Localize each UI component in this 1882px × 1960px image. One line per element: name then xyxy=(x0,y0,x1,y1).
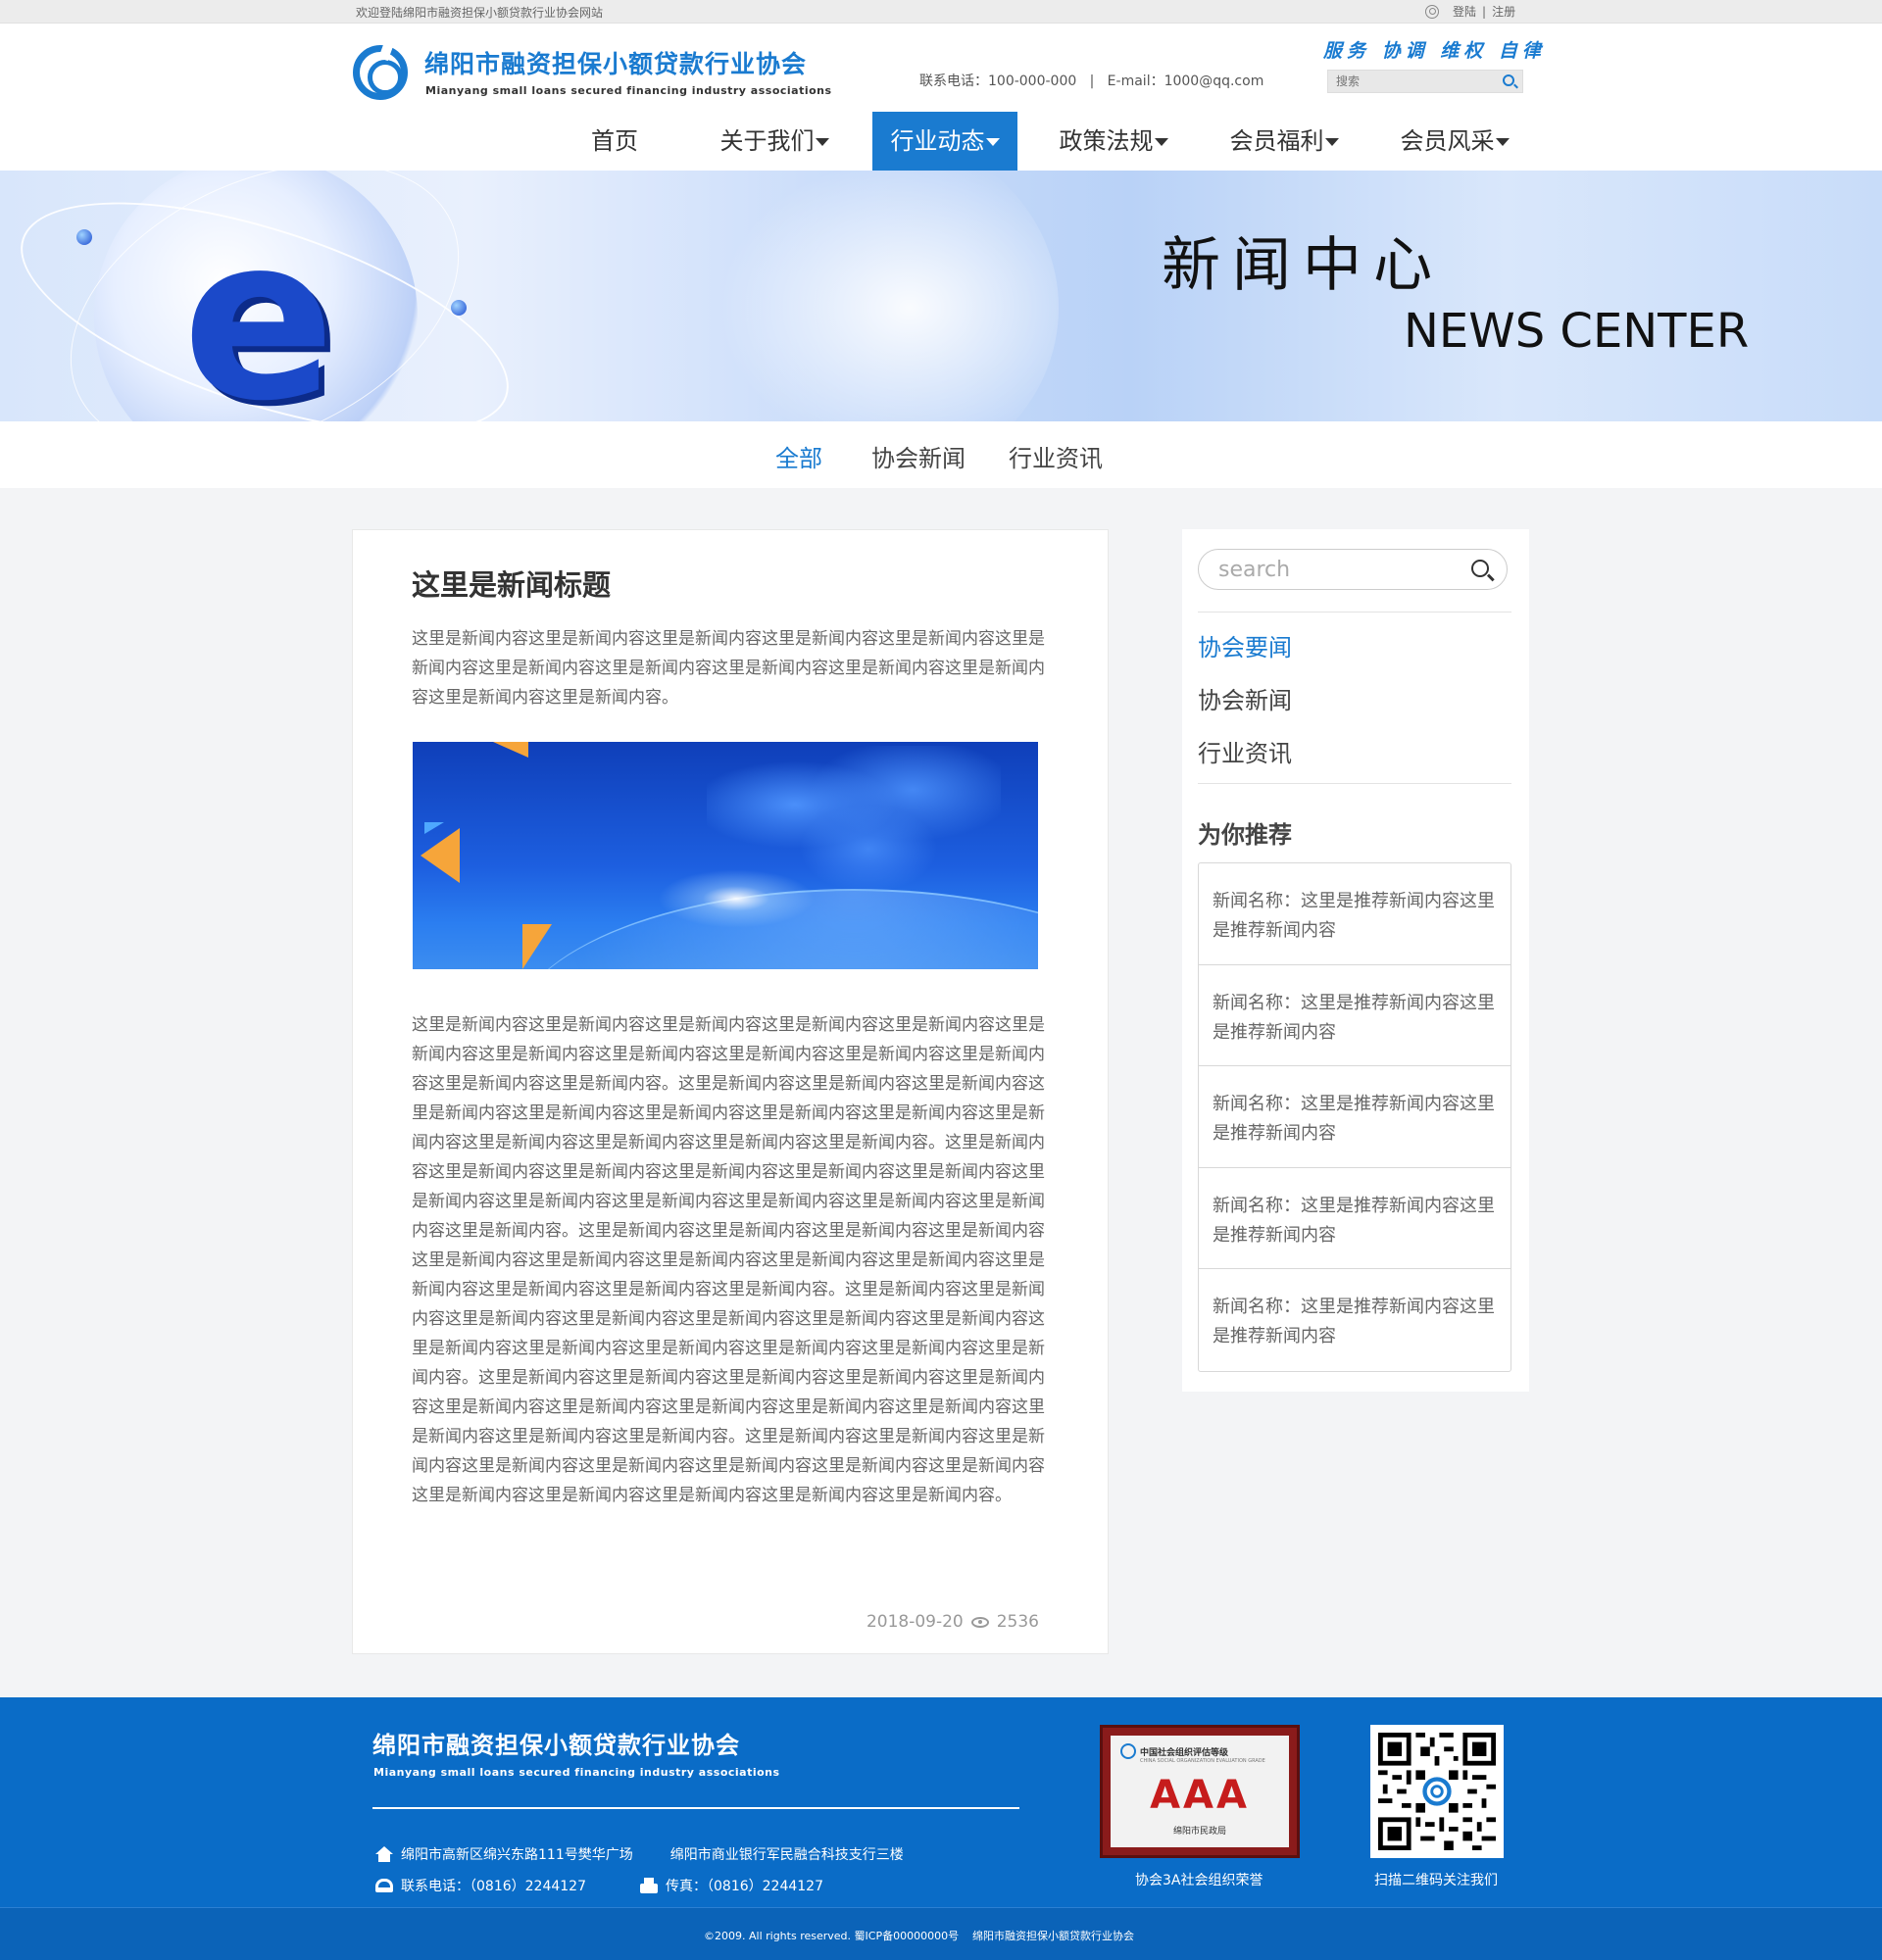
chevron-down-icon xyxy=(1495,138,1510,146)
sidebar-search xyxy=(1198,549,1508,590)
qr-caption: 扫描二维码关注我们 xyxy=(1374,1873,1498,1888)
address-line-1: 绵阳市高新区绵兴东路111号樊华广场 xyxy=(401,1847,633,1863)
list-item[interactable]: 新闻名称：这里是推荐新闻内容这里是推荐新闻内容 xyxy=(1199,863,1511,965)
sidebar-item-association-headlines[interactable]: 协会要闻 xyxy=(1198,628,1292,662)
search-icon[interactable] xyxy=(1503,74,1514,86)
search-icon[interactable] xyxy=(1471,560,1489,577)
article-paragraph: 这里是新闻内容这里是新闻内容这里是新闻内容这里是新闻内容这里是新闻内容这里是新闻… xyxy=(412,629,1045,708)
banner-title: 新闻中心 xyxy=(1162,231,1444,300)
copyright-bar: ©2009. All rights reserved. 蜀ICP备0000000… xyxy=(0,1907,1882,1960)
top-bar: 欢迎登陆绵阳市融资担保小额贷款行业协会网站 登陆 | 注册 xyxy=(0,0,1882,24)
publish-date: 2018-09-20 xyxy=(866,1612,964,1632)
decor-triangle xyxy=(522,924,552,969)
login-link[interactable]: 登陆 xyxy=(1453,3,1476,20)
sidebar-item-industry-info[interactable]: 行业资讯 xyxy=(1198,734,1292,768)
home-icon xyxy=(375,1846,393,1862)
copyright-org: 绵阳市融资担保小额贷款行业协会 xyxy=(972,1930,1134,1942)
chevron-down-icon xyxy=(1324,138,1339,146)
list-item[interactable]: 新闻名称：这里是推荐新闻内容这里是推荐新闻内容 xyxy=(1199,965,1511,1066)
list-item[interactable]: 新闻名称：这里是推荐新闻内容这里是推荐新闻内容 xyxy=(1199,1168,1511,1269)
banner-decoration xyxy=(686,171,1059,421)
phone-icon xyxy=(375,1879,393,1892)
tab-all[interactable]: 全部 xyxy=(775,439,822,473)
welcome-text: 欢迎登陆绵阳市融资担保小额贷款行业协会网站 xyxy=(356,6,604,20)
article-meta: 2018-09-20 2536 xyxy=(867,1612,1039,1632)
article-image xyxy=(413,742,1038,969)
tab-industry-info[interactable]: 行业资讯 xyxy=(1009,439,1103,473)
site-footer: 绵阳市融资担保小额贷款行业协会 Mianyang small loans sec… xyxy=(0,1697,1882,1907)
header-search xyxy=(1327,70,1523,93)
article-title: 这里是新闻标题 xyxy=(412,568,612,602)
certificate-title: 中国社会组织评估等级 xyxy=(1140,1748,1229,1758)
footer-fax: 传真：（0816）2244127 xyxy=(640,1876,823,1895)
nav-industry-news[interactable]: 行业动态 xyxy=(872,112,1017,171)
address-line-2: 绵阳市商业银行军民融合科技支行三楼 xyxy=(669,1847,904,1863)
sidebar-search-input[interactable] xyxy=(1218,558,1454,581)
footer-org-name-en: Mianyang small loans secured financing i… xyxy=(373,1766,780,1779)
banner-subtitle: NEWS CENTER xyxy=(1404,304,1750,359)
view-count: 2536 xyxy=(996,1612,1039,1632)
aaa-certificate: 中国社会组织评估等级 CHINA SOCIAL ORGANIZATION EVA… xyxy=(1100,1725,1300,1858)
qr-code-image xyxy=(1378,1733,1496,1850)
footer-divider xyxy=(372,1807,1019,1809)
chevron-down-icon xyxy=(985,138,1000,146)
banner-dot xyxy=(451,300,467,316)
certificate-caption: 协会3A社会组织荣誉 xyxy=(1135,1873,1263,1888)
chevron-down-icon xyxy=(1154,138,1168,146)
certificate-subtitle: CHINA SOCIAL ORGANIZATION EVALUATION GRA… xyxy=(1140,1758,1265,1764)
list-item[interactable]: 新闻名称：这里是推荐新闻内容这里是推荐新闻内容 xyxy=(1199,1066,1511,1168)
banner-dot xyxy=(76,229,92,245)
separator: | xyxy=(1482,4,1487,19)
tab-association-news[interactable]: 协会新闻 xyxy=(871,439,966,473)
certificate-grade: AAA xyxy=(1150,1773,1250,1818)
logo-title[interactable]: 绵阳市融资担保小额贷款行业协会 xyxy=(424,45,807,80)
nav-home[interactable]: 首页 xyxy=(561,112,669,171)
nav-about[interactable]: 关于我们 xyxy=(706,112,843,171)
register-link[interactable]: 注册 xyxy=(1492,3,1515,20)
certificate-emblem-icon xyxy=(1120,1743,1136,1759)
certificate-issuer: 绵阳市民政局 xyxy=(1172,1827,1226,1837)
nav-member-showcase[interactable]: 会员风采 xyxy=(1386,112,1523,171)
slogan: 服务 协调 维权 自律 xyxy=(1323,40,1546,62)
article-paragraph: 这里是新闻内容这里是新闻内容这里是新闻内容这里是新闻内容这里是新闻内容这里是新闻… xyxy=(412,1015,1045,1505)
nav-member-benefits[interactable]: 会员福利 xyxy=(1215,112,1353,171)
internet-e-icon: e xyxy=(182,189,335,422)
sidebar-item-association-news[interactable]: 协会新闻 xyxy=(1198,681,1292,715)
sidebar: 协会要闻 协会新闻 行业资讯 为你推荐 新闻名称：这里是推荐新闻内容这里是推荐新… xyxy=(1182,529,1529,1392)
footer-phone: 联系电话：（0816）2244127 xyxy=(375,1876,586,1895)
copyright-text: ©2009. All rights reserved. 蜀ICP备0000000… xyxy=(704,1930,960,1942)
nav-policy[interactable]: 政策法规 xyxy=(1045,112,1182,171)
phone-number: 联系电话：（0816）2244127 xyxy=(401,1879,586,1894)
contact-info: 联系电话：100-000-000 | E-mail：1000@qq.com xyxy=(919,74,1264,89)
news-center-banner: e 新闻中心 NEWS CENTER xyxy=(0,171,1882,421)
recommend-list: 新闻名称：这里是推荐新闻内容这里是推荐新闻内容 新闻名称：这里是推荐新闻内容这里… xyxy=(1198,862,1511,1372)
logo-subtitle: Mianyang small loans secured financing i… xyxy=(425,84,832,97)
qr-code xyxy=(1370,1725,1504,1858)
footer-org-name: 绵阳市融资担保小额贷款行业协会 xyxy=(372,1732,740,1759)
recommend-heading: 为你推荐 xyxy=(1198,821,1292,849)
decor-triangle xyxy=(493,742,528,758)
header-search-input[interactable] xyxy=(1328,71,1485,92)
category-tabs: 全部 协会新闻 行业资讯 xyxy=(0,421,1882,488)
chevron-down-icon xyxy=(815,138,829,146)
decor-triangle xyxy=(421,828,460,883)
decor-triangle xyxy=(424,822,444,834)
fax-number: 传真：（0816）2244127 xyxy=(666,1879,823,1894)
divider xyxy=(1198,783,1511,784)
logo-icon[interactable] xyxy=(353,45,408,100)
news-article: 这里是新闻标题 这里是新闻内容这里是新闻内容这里是新闻内容这里是新闻内容这里是新… xyxy=(352,529,1109,1654)
light-glow xyxy=(658,869,815,928)
list-item[interactable]: 新闻名称：这里是推荐新闻内容这里是推荐新闻内容 xyxy=(1199,1269,1511,1371)
fax-icon xyxy=(640,1878,658,1893)
eye-icon xyxy=(970,1616,989,1628)
account-links: 登陆 | 注册 xyxy=(1425,3,1515,20)
footer-address: 绵阳市高新区绵兴东路111号樊华广场 绵阳市商业银行军民融合科技支行三楼 xyxy=(375,1844,904,1864)
site-header: 绵阳市融资担保小额贷款行业协会 Mianyang small loans sec… xyxy=(0,24,1882,171)
user-icon xyxy=(1425,4,1439,19)
